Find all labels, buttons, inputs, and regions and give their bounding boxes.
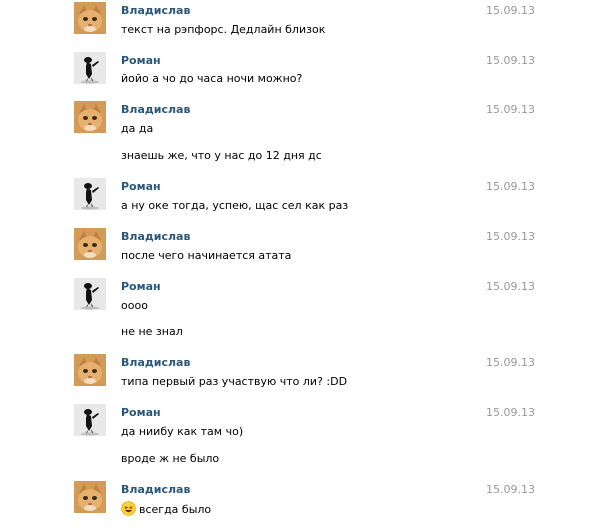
- avatar[interactable]: [74, 2, 106, 34]
- author-name[interactable]: Роман: [121, 406, 161, 419]
- figure-avatar-icon: [74, 404, 106, 436]
- message-date: 15.09.13: [486, 356, 535, 369]
- avatar[interactable]: [74, 278, 106, 310]
- message-text: после чего начинается атата: [121, 249, 292, 262]
- author-name[interactable]: Владислав: [121, 356, 190, 369]
- figure-avatar-icon: [74, 178, 106, 210]
- avatar[interactable]: [74, 228, 106, 260]
- author-name[interactable]: Роман: [121, 180, 161, 193]
- message-text: да да: [121, 122, 154, 135]
- avatar[interactable]: [74, 481, 106, 513]
- message-date: 15.09.13: [486, 483, 535, 496]
- author-name[interactable]: Владислав: [121, 103, 190, 116]
- author-name[interactable]: Роман: [121, 54, 161, 67]
- message-date: 15.09.13: [486, 4, 535, 17]
- message-date: 15.09.13: [486, 406, 535, 419]
- author-name[interactable]: Владислав: [121, 4, 190, 17]
- message-date: 15.09.13: [486, 54, 535, 67]
- message-text: знаешь же, что у нас до 12 дня дс: [121, 149, 322, 162]
- message-date: 15.09.13: [486, 230, 535, 243]
- message-date: 15.09.13: [486, 103, 535, 116]
- avatar[interactable]: [74, 52, 106, 84]
- author-name[interactable]: Владислав: [121, 483, 190, 496]
- message-date: 15.09.13: [486, 180, 535, 193]
- message-text-with-emoji: всегда было: [121, 501, 211, 516]
- message-text: всегда было: [139, 503, 212, 516]
- message-text: типа первый раз участвую что ли? :DD: [121, 375, 348, 388]
- message-text: а ну оке тогда, успею, щас сел как раз: [121, 199, 349, 212]
- message-text: не не знал: [121, 325, 183, 338]
- cat-avatar-icon: [74, 101, 106, 133]
- avatar[interactable]: [74, 404, 106, 436]
- message-text: йойо а чо до часа ночи можно?: [121, 72, 303, 85]
- avatar[interactable]: [74, 178, 106, 210]
- cat-avatar-icon: [74, 481, 106, 513]
- message-date: 15.09.13: [486, 280, 535, 293]
- avatar[interactable]: [74, 354, 106, 386]
- figure-avatar-icon: [74, 278, 106, 310]
- author-name[interactable]: Владислав: [121, 230, 190, 243]
- message-text: оооо: [121, 299, 148, 312]
- cat-avatar-icon: [74, 2, 106, 34]
- author-name[interactable]: Роман: [121, 280, 161, 293]
- laughing-emoji-icon: [121, 501, 136, 516]
- figure-avatar-icon: [74, 52, 106, 84]
- message-text: текст на рэпфорс. Дедлайн близок: [121, 23, 326, 36]
- message-text: вроде ж не было: [121, 452, 220, 465]
- avatar[interactable]: [74, 101, 106, 133]
- cat-avatar-icon: [74, 228, 106, 260]
- message-text: да ниибу как там чо): [121, 425, 244, 438]
- cat-avatar-icon: [74, 354, 106, 386]
